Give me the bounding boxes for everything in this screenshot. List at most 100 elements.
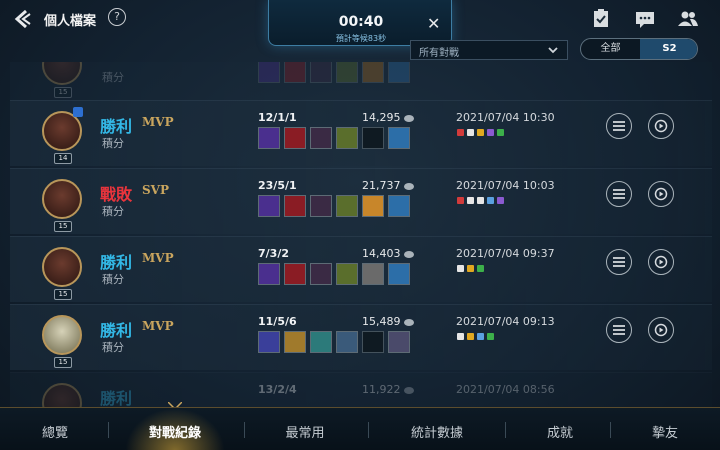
- hero-avatar: [42, 315, 82, 355]
- tab-divider: [368, 422, 369, 438]
- match-date: 2021/07/04 09:13: [456, 315, 555, 328]
- achievement-icon: [487, 197, 494, 204]
- item-icon: [310, 62, 332, 83]
- match-kda: 7/3/2: [258, 247, 289, 260]
- tab-match-history[interactable]: 對戰紀錄: [130, 422, 220, 441]
- item-icon: [362, 195, 384, 217]
- hero-level: 15: [54, 357, 72, 368]
- empty-item-slot: [362, 331, 384, 353]
- match-result: 勝利: [100, 253, 133, 272]
- match-date: 2021/07/04 10:30: [456, 111, 555, 124]
- page-title: 個人檔案: [44, 14, 97, 29]
- item-icon: [258, 62, 280, 83]
- achievement-icon: [467, 197, 474, 204]
- season-s2-button[interactable]: S2: [640, 39, 697, 59]
- hero-level: 15: [54, 289, 72, 300]
- item-icon: [284, 263, 306, 285]
- chat-icon[interactable]: [634, 8, 656, 30]
- match-details-button[interactable]: [606, 317, 632, 343]
- tab-most-used[interactable]: 最常用: [270, 422, 340, 441]
- bottom-tab-bar: 總覽 對戰紀錄 最常用 統計數據 成就 摯友: [0, 407, 720, 450]
- match-result: 勝利: [100, 321, 133, 340]
- achievement-icon: [457, 129, 464, 136]
- match-row[interactable]: 15 勝利 MVP 積分 11/5/6 15,489 2021/07/04 09…: [10, 304, 712, 370]
- achievement-icon: [457, 265, 464, 272]
- item-icon: [258, 127, 280, 149]
- list-icon: [613, 189, 625, 199]
- tab-overview[interactable]: 總覽: [20, 422, 90, 441]
- match-result: 勝利: [100, 389, 133, 407]
- match-score: 11,922: [362, 383, 414, 396]
- match-replay-button[interactable]: [648, 181, 674, 207]
- match-date: 2021/07/04 10:03: [456, 179, 555, 192]
- item-icon: [388, 195, 410, 217]
- match-result: 戰敗: [100, 185, 133, 204]
- match-details-button[interactable]: [606, 249, 632, 275]
- coin-icon: [403, 114, 414, 122]
- match-kda: 12/1/1: [258, 111, 297, 124]
- match-row[interactable]: 15 勝利 MVP 積分 7/3/2 14,403 2021/07/04 09:…: [10, 236, 712, 302]
- item-icon: [388, 62, 410, 83]
- score-value: 14,295: [362, 111, 401, 124]
- match-row[interactable]: 14 勝利 MVP 積分 12/1/1 14,295 2021/07/04 10…: [10, 100, 712, 166]
- season-all-button[interactable]: 全部: [581, 39, 640, 59]
- item-icon: [258, 195, 280, 217]
- item-icon: [284, 331, 306, 353]
- achievement-icon: [497, 129, 504, 136]
- item-icon: [310, 331, 332, 353]
- coin-icon: [403, 182, 414, 190]
- match-result: 勝利: [100, 117, 133, 136]
- tab-achievements[interactable]: 成就: [525, 422, 595, 441]
- hero-avatar: [42, 247, 82, 287]
- list-icon: [613, 257, 625, 267]
- match-kda: 11/5/6: [258, 315, 297, 328]
- empty-item-slot: [362, 127, 384, 149]
- achievement-icon: [467, 333, 474, 340]
- match-sub-label: 積分: [102, 137, 124, 150]
- achievement-icon: [477, 265, 484, 272]
- rank-badge-icon: [73, 107, 83, 117]
- queue-timer: 00:40: [338, 14, 384, 30]
- match-score: 14,403: [362, 247, 414, 260]
- friends-icon[interactable]: [677, 8, 699, 30]
- help-icon[interactable]: ?: [108, 8, 126, 26]
- score-value: 15,489: [362, 315, 401, 328]
- match-type-dropdown[interactable]: 所有對戰: [410, 40, 568, 60]
- item-icon: [362, 62, 384, 83]
- match-sub-label: 積分: [102, 205, 124, 218]
- match-row[interactable]: 勝利 13/2/4 11,922 2021/07/04 08:56: [10, 372, 712, 407]
- clipboard-icon[interactable]: [590, 8, 612, 30]
- match-details-button[interactable]: [606, 113, 632, 139]
- score-value: 14,403: [362, 247, 401, 260]
- chevron-down-icon: [548, 47, 558, 54]
- match-row[interactable]: 15 積分: [10, 62, 712, 100]
- match-replay-button[interactable]: [648, 317, 674, 343]
- back-arrow-icon[interactable]: [12, 8, 34, 30]
- match-replay-button[interactable]: [648, 113, 674, 139]
- coin-icon: [403, 386, 414, 394]
- match-replay-button[interactable]: [648, 249, 674, 275]
- match-row[interactable]: 15 戰敗 SVP 積分 23/5/1 21,737 2021/07/04 10…: [10, 168, 712, 234]
- match-date: 2021/07/04 09:37: [456, 247, 555, 260]
- coin-icon: [403, 318, 414, 326]
- hero-avatar: [42, 179, 82, 219]
- tab-divider: [610, 422, 611, 438]
- tab-best-friends[interactable]: 摯友: [630, 422, 700, 441]
- item-icon: [388, 263, 410, 285]
- achievement-icon: [487, 129, 494, 136]
- replay-icon: [654, 187, 668, 201]
- match-score: 14,295: [362, 111, 414, 124]
- close-icon[interactable]: ✕: [427, 14, 440, 33]
- match-score: 21,737: [362, 179, 414, 192]
- match-grade: MVP: [142, 115, 174, 129]
- tab-divider: [505, 422, 506, 438]
- tab-statistics[interactable]: 統計數據: [392, 422, 482, 441]
- match-grade: SVP: [142, 183, 169, 197]
- achievement-icon: [457, 333, 464, 340]
- match-details-button[interactable]: [606, 181, 632, 207]
- match-sub-label: 積分: [102, 71, 124, 84]
- list-icon: [613, 121, 625, 131]
- replay-icon: [654, 323, 668, 337]
- match-history-list: 15 積分 14 勝利 MVP 積分 12/1/1 14,295 2021/07…: [10, 62, 712, 407]
- item-icon: [336, 195, 358, 217]
